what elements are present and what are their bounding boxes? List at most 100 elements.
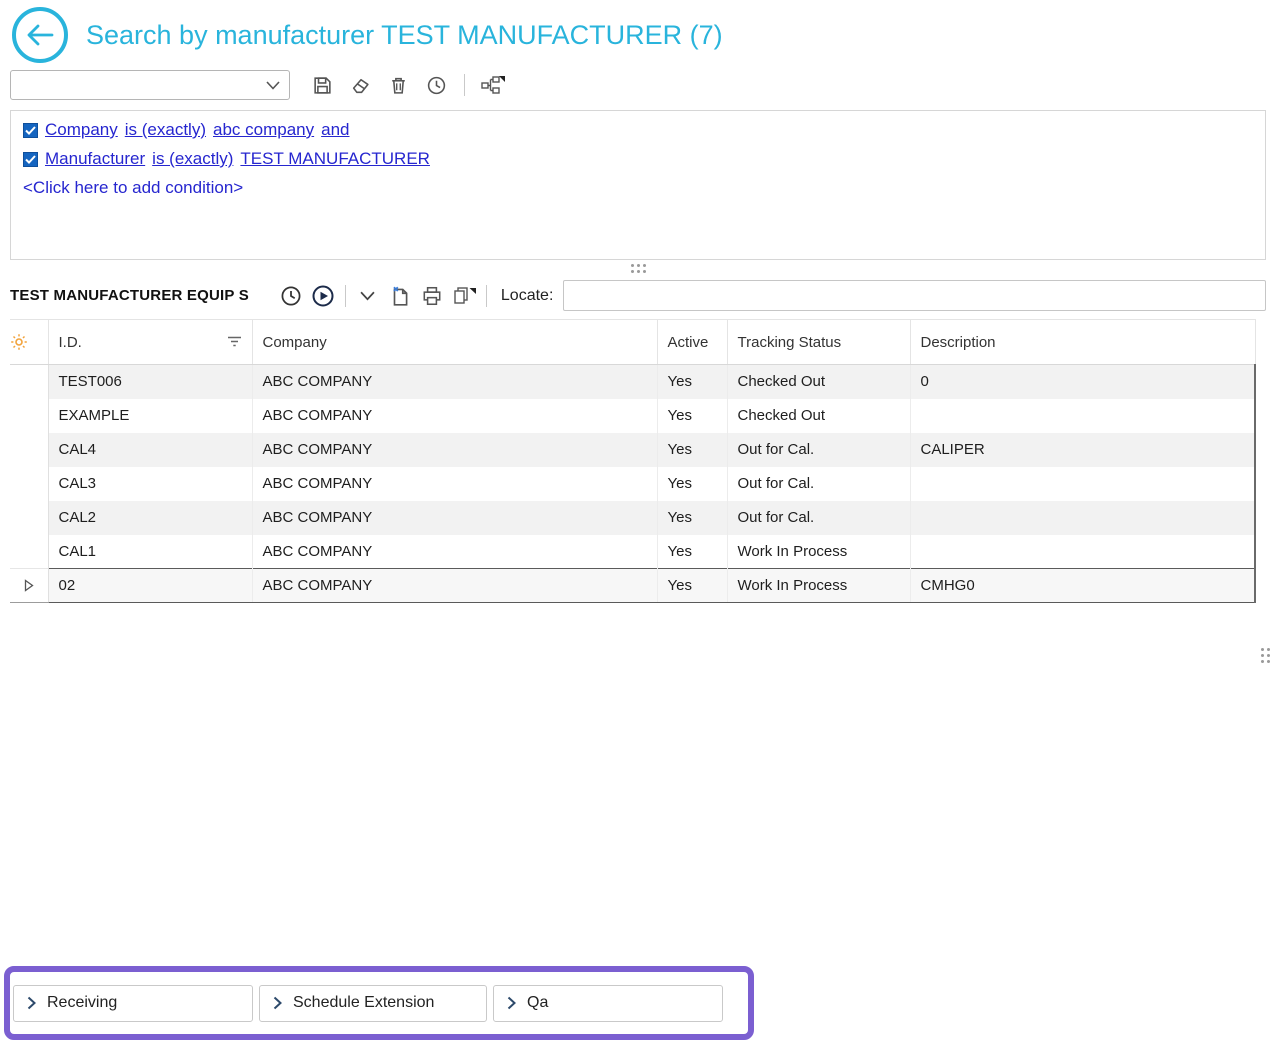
cell-tracking[interactable]: Work In Process xyxy=(727,535,910,569)
cell-company[interactable]: ABC COMPANY xyxy=(252,501,657,535)
app-header: Search by manufacturer TEST MANUFACTURER… xyxy=(0,0,1276,66)
toolbar-divider xyxy=(345,285,346,307)
table-row[interactable]: EXAMPLE ABC COMPANY Yes Checked Out xyxy=(10,399,1255,433)
cell-tracking[interactable]: Checked Out xyxy=(727,365,910,399)
row-selector-cell[interactable] xyxy=(10,501,48,535)
row-selector-cell[interactable] xyxy=(10,535,48,569)
table-row[interactable]: TEST006 ABC COMPANY Yes Checked Out 0 xyxy=(10,365,1255,399)
cell-description[interactable]: CALIPER xyxy=(910,433,1255,467)
cell-description[interactable]: CMHG0 xyxy=(910,569,1255,603)
column-header-company[interactable]: Company xyxy=(252,320,657,365)
cell-company[interactable]: ABC COMPANY xyxy=(252,467,657,501)
printer-icon xyxy=(421,285,443,307)
cell-description[interactable] xyxy=(910,535,1255,569)
results-history-button[interactable] xyxy=(275,281,307,311)
cell-id[interactable]: CAL3 xyxy=(48,467,252,501)
cell-active[interactable]: Yes xyxy=(657,501,727,535)
results-grid: I.D. Company Active Tracking Status Desc… xyxy=(10,319,1266,603)
save-icon xyxy=(312,75,333,96)
clear-button[interactable] xyxy=(344,70,376,100)
field-layout-button[interactable] xyxy=(477,70,509,100)
cell-id[interactable]: TEST006 xyxy=(48,365,252,399)
delete-button[interactable] xyxy=(382,70,414,100)
condition-checkbox[interactable] xyxy=(23,123,38,138)
row-selector-cell[interactable] xyxy=(10,399,48,433)
back-button[interactable] xyxy=(12,7,68,63)
table-row[interactable]: CAL1 ABC COMPANY Yes Work In Process xyxy=(10,535,1255,569)
cell-description[interactable] xyxy=(910,501,1255,535)
row-selector-cell[interactable] xyxy=(10,569,48,603)
cell-company[interactable]: ABC COMPANY xyxy=(252,399,657,433)
history-button[interactable] xyxy=(420,70,452,100)
table-row-selected[interactable]: 02 ABC COMPANY Yes Work In Process CMHG0 xyxy=(10,569,1255,603)
chevron-down-icon xyxy=(360,291,375,301)
cell-id[interactable]: EXAMPLE xyxy=(48,399,252,433)
cell-id[interactable]: CAL4 xyxy=(48,433,252,467)
cell-id[interactable]: CAL2 xyxy=(48,501,252,535)
condition-row: Company is (exactly) abc company and xyxy=(23,120,1253,140)
print-button[interactable] xyxy=(416,281,448,311)
cell-company[interactable]: ABC COMPANY xyxy=(252,535,657,569)
cell-tracking[interactable]: Out for Cal. xyxy=(727,467,910,501)
row-selector-cell[interactable] xyxy=(10,433,48,467)
condition-field-link[interactable]: Manufacturer xyxy=(45,149,145,169)
locate-label: Locate: xyxy=(501,287,553,305)
column-header-id[interactable]: I.D. xyxy=(48,320,252,365)
row-selector-cell[interactable] xyxy=(10,467,48,501)
column-header-active[interactable]: Active xyxy=(657,320,727,365)
cell-description[interactable]: 0 xyxy=(910,365,1255,399)
cell-id[interactable]: CAL1 xyxy=(48,535,252,569)
play-icon xyxy=(311,284,335,308)
horizontal-splitter[interactable] xyxy=(0,260,1276,276)
new-record-icon xyxy=(389,285,411,307)
condition-operator-link[interactable]: is (exactly) xyxy=(125,120,206,140)
cell-active[interactable]: Yes xyxy=(657,569,727,603)
cell-company[interactable]: ABC COMPANY xyxy=(252,433,657,467)
add-condition-link[interactable]: <Click here to add condition> xyxy=(23,178,1253,198)
condition-conjunction-link[interactable]: and xyxy=(321,120,349,140)
table-row[interactable]: CAL3 ABC COMPANY Yes Out for Cal. xyxy=(10,467,1255,501)
column-header-description[interactable]: Description xyxy=(910,320,1255,365)
preview-button[interactable] xyxy=(448,281,480,311)
cell-active[interactable]: Yes xyxy=(657,399,727,433)
cell-tracking[interactable]: Out for Cal. xyxy=(727,501,910,535)
column-header-tracking[interactable]: Tracking Status xyxy=(727,320,910,365)
cell-description[interactable] xyxy=(910,467,1255,501)
chevron-right-icon xyxy=(273,996,282,1010)
saved-search-combobox[interactable] xyxy=(10,70,290,100)
expand-options-button[interactable] xyxy=(352,281,384,311)
cell-active[interactable]: Yes xyxy=(657,535,727,569)
cell-id[interactable]: 02 xyxy=(48,569,252,603)
vertical-splitter[interactable] xyxy=(1261,648,1270,663)
splitter-grip-icon xyxy=(1261,648,1270,663)
drilldown-qa-button[interactable]: Qa xyxy=(493,985,723,1022)
drilldown-receiving-button[interactable]: Receiving xyxy=(13,985,253,1022)
cell-active[interactable]: Yes xyxy=(657,467,727,501)
locate-input[interactable] xyxy=(563,280,1266,311)
table-row[interactable]: CAL4 ABC COMPANY Yes Out for Cal. CALIPE… xyxy=(10,433,1255,467)
drilldown-label: Receiving xyxy=(47,994,117,1012)
cell-active[interactable]: Yes xyxy=(657,433,727,467)
condition-value-link[interactable]: TEST MANUFACTURER xyxy=(240,149,430,169)
run-search-button[interactable] xyxy=(307,281,339,311)
condition-operator-link[interactable]: is (exactly) xyxy=(152,149,233,169)
cell-active[interactable]: Yes xyxy=(657,365,727,399)
sun-icon xyxy=(10,333,48,351)
row-selector-cell[interactable] xyxy=(10,365,48,399)
drilldown-schedule-extension-button[interactable]: Schedule Extension xyxy=(259,985,487,1022)
eraser-icon xyxy=(350,75,371,96)
condition-value-link[interactable]: abc company xyxy=(213,120,314,140)
filter-icon[interactable] xyxy=(227,336,242,348)
grid-options-header[interactable] xyxy=(10,320,48,365)
table-row[interactable]: CAL2 ABC COMPANY Yes Out for Cal. xyxy=(10,501,1255,535)
cell-company[interactable]: ABC COMPANY xyxy=(252,365,657,399)
condition-field-link[interactable]: Company xyxy=(45,120,118,140)
cell-company[interactable]: ABC COMPANY xyxy=(252,569,657,603)
new-record-button[interactable] xyxy=(384,281,416,311)
cell-tracking[interactable]: Checked Out xyxy=(727,399,910,433)
condition-checkbox[interactable] xyxy=(23,152,38,167)
cell-tracking[interactable]: Work In Process xyxy=(727,569,910,603)
cell-description[interactable] xyxy=(910,399,1255,433)
cell-tracking[interactable]: Out for Cal. xyxy=(727,433,910,467)
save-button[interactable] xyxy=(306,70,338,100)
